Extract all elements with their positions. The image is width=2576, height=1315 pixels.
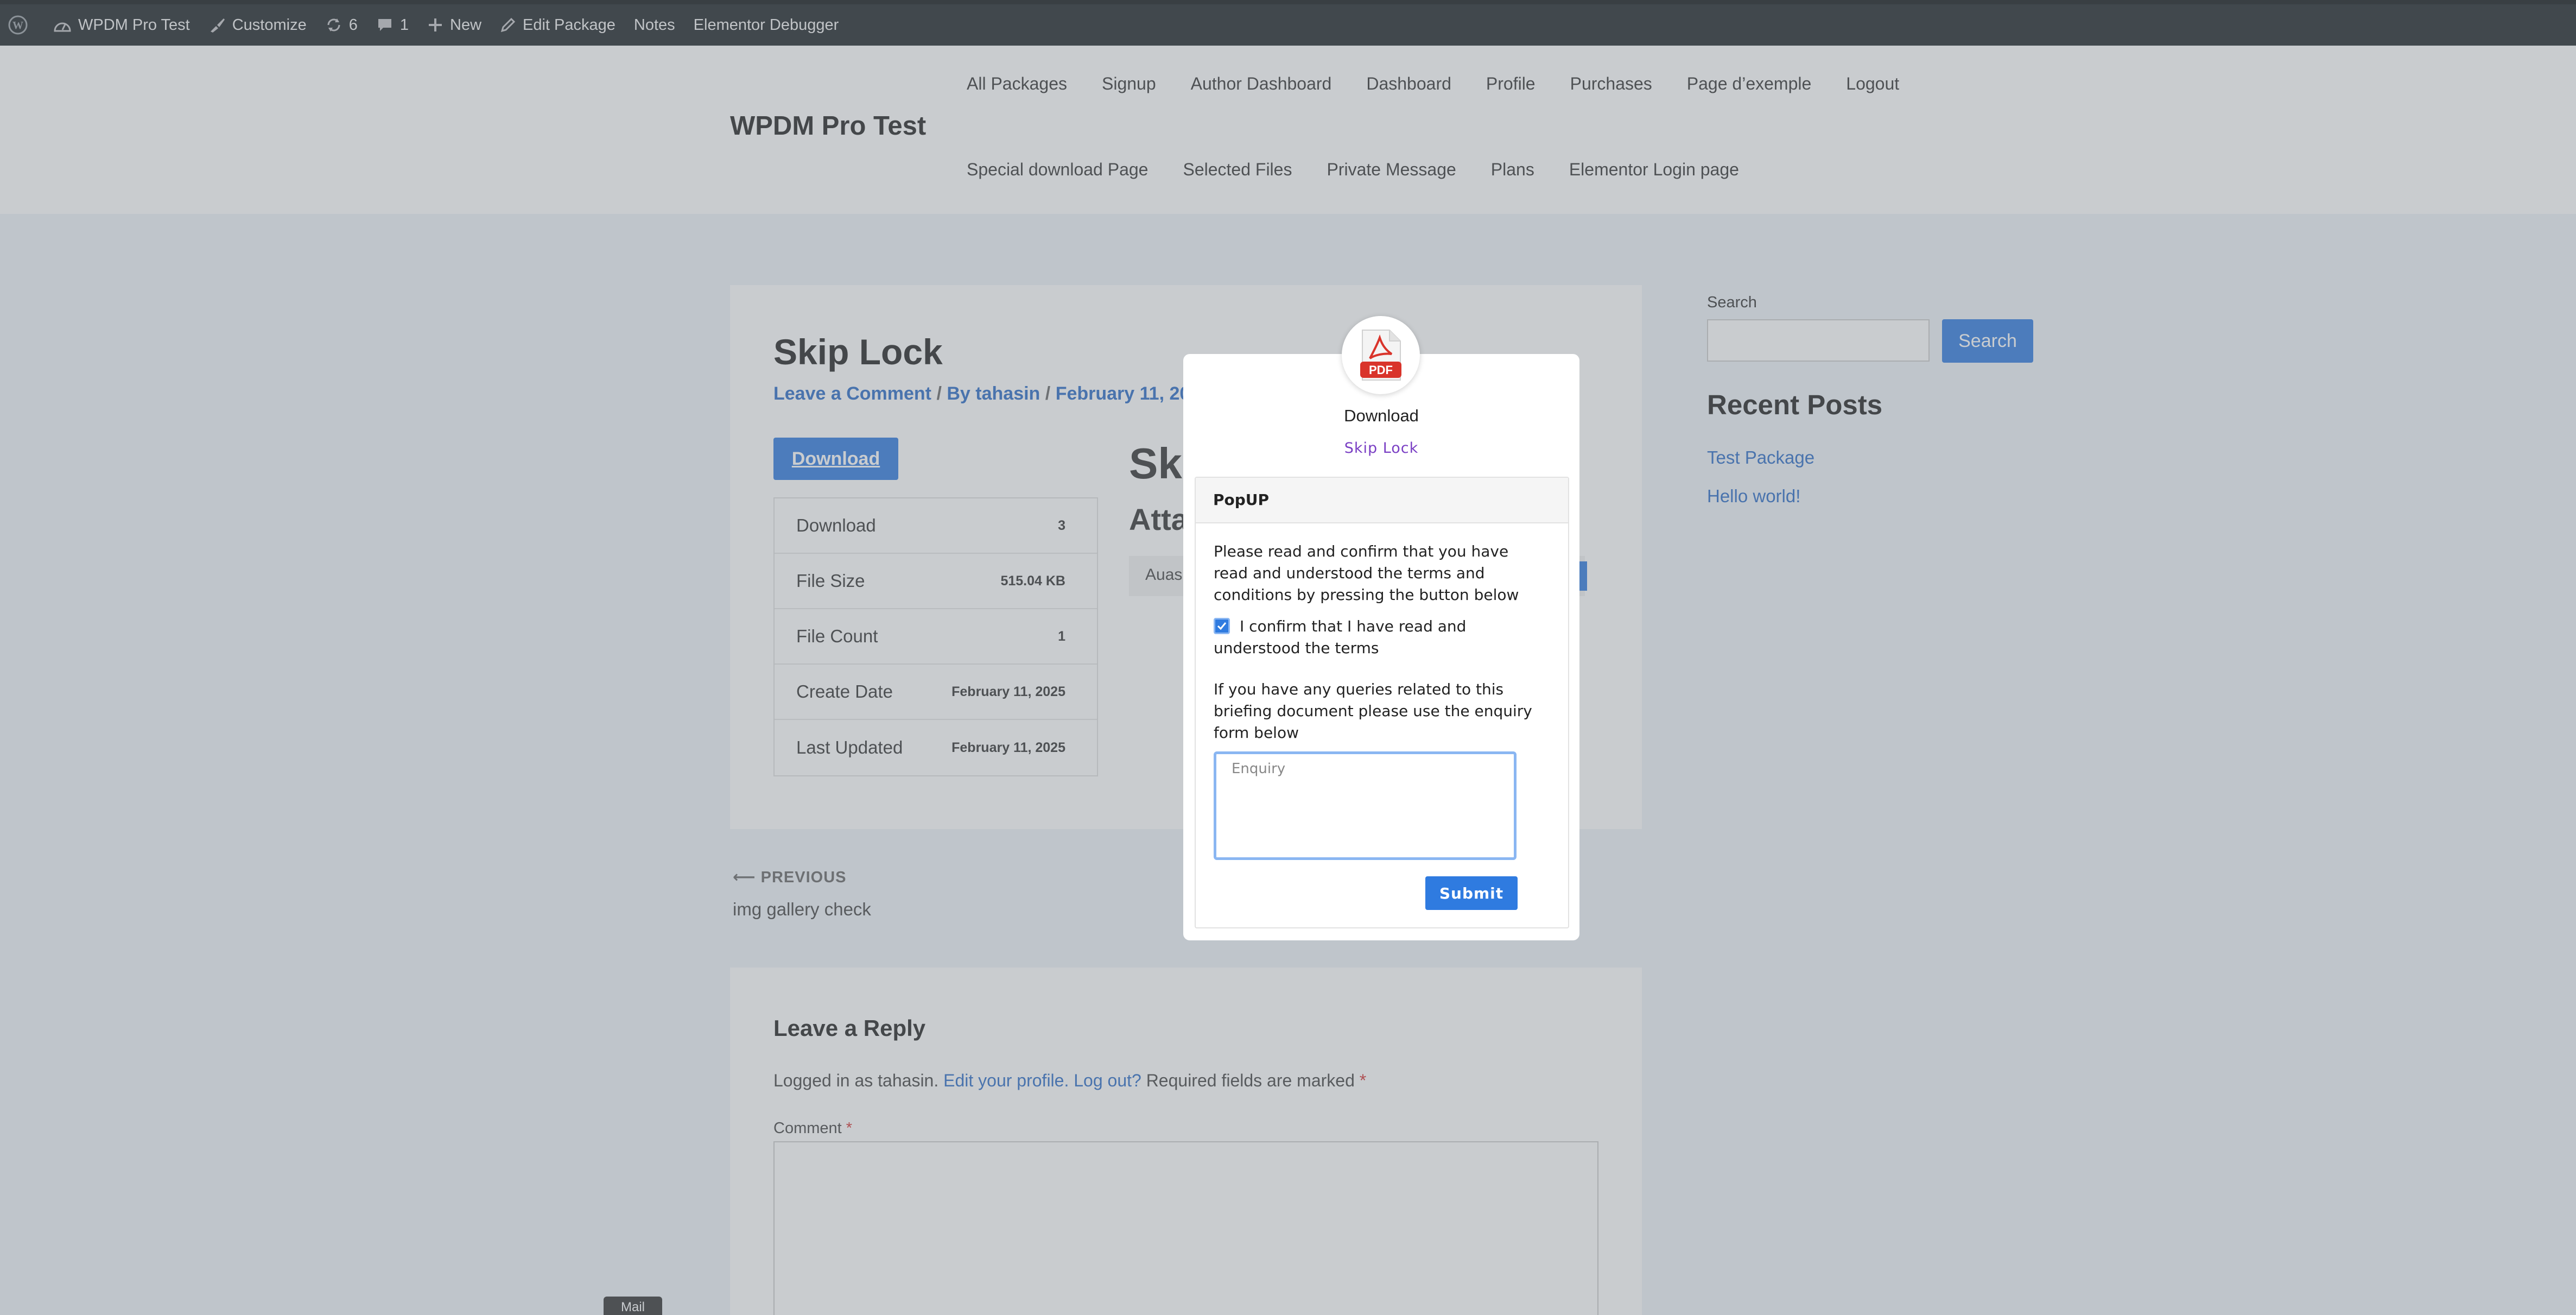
enquiry-instruction: If you have any queries related to this … <box>1214 680 1532 742</box>
confirm-terms-checkbox[interactable] <box>1214 618 1230 634</box>
terms-instruction: Please read and confirm that you have re… <box>1214 542 1519 604</box>
confirm-terms-label[interactable]: I confirm that I have read and understoo… <box>1214 616 1518 659</box>
enquiry-textarea[interactable]: Enquiry <box>1214 751 1517 860</box>
submit-button[interactable]: Submit <box>1425 876 1518 910</box>
pdf-file-icon: PDF <box>1342 316 1420 394</box>
enquiry-placeholder: Enquiry <box>1232 761 1286 777</box>
popup-panel-title: PopUP <box>1196 478 1568 523</box>
pdf-icon-label: PDF <box>1369 363 1393 377</box>
modal-subtitle: Skip Lock <box>1344 440 1419 457</box>
modal-title: Download <box>1344 406 1419 425</box>
checkmark-icon <box>1217 622 1227 630</box>
